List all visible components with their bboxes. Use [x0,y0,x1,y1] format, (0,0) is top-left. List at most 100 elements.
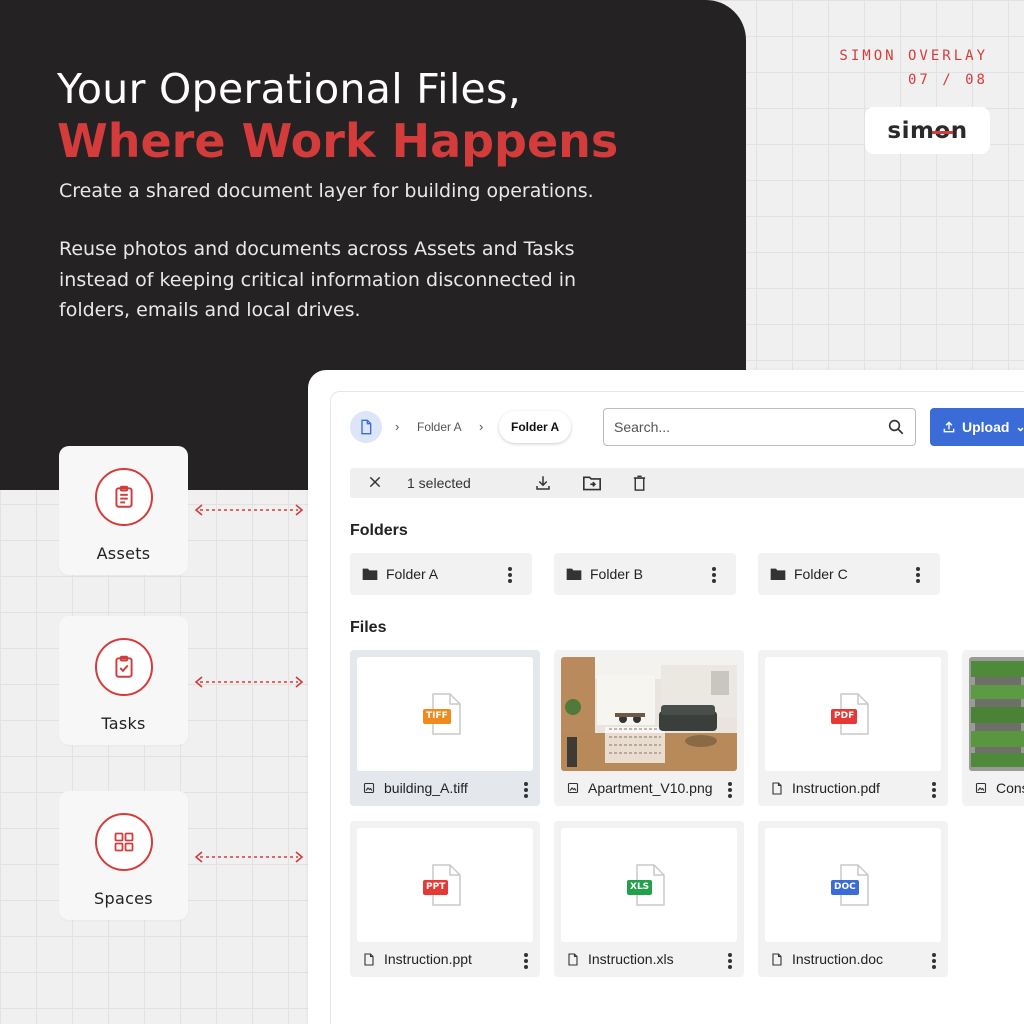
chevron-right-icon: › [479,419,484,434]
connector-arrow-tasks [194,676,304,688]
file-card[interactable]: XLS Instruction.xls [554,821,744,977]
connector-arrow-spaces [194,851,304,863]
chevron-down-icon: ⌄ [1015,420,1024,434]
file-type-badge: XLS [627,880,653,895]
file-type-badge: PDF [831,709,858,724]
chevron-right-icon: › [395,419,400,434]
folder-card[interactable]: Folder A [350,553,532,595]
files-heading: Files [350,619,387,636]
side-card-assets: Assets [59,446,188,575]
more-vert-icon[interactable] [508,567,512,583]
task-check-icon [94,638,153,696]
image-icon [975,782,987,794]
search-icon [888,419,904,435]
breadcrumb-current-folder[interactable]: Folder A [499,411,572,443]
building-photo-thumbnail [969,657,1024,771]
more-vert-icon[interactable] [728,782,732,798]
image-icon [363,782,375,794]
connector-arrow-assets [194,504,304,516]
file-name: building_A.tiff [384,780,468,796]
download-icon[interactable] [534,474,552,492]
file-card[interactable]: Apartment_V10.png [554,650,744,806]
apartment-photo-thumbnail [561,657,737,771]
file-name: Instruction.pdf [792,780,880,796]
tiff-file-icon: TIFF [423,693,462,735]
file-card[interactable]: DOC Instruction.doc [758,821,948,977]
home-breadcrumb-button[interactable] [350,411,382,443]
logo-text-end: n [950,117,968,144]
green-building-photo [969,657,1024,771]
series-name: SIMON OVERLAY [839,48,988,64]
breadcrumb-folder-a[interactable]: Folder A [417,420,462,434]
logo-text-o: o [932,117,954,144]
more-vert-icon[interactable] [712,567,716,583]
selected-count: 1 selected [407,475,471,491]
folder-card[interactable]: Folder B [554,553,736,595]
ppt-file-icon: PPT [423,864,462,906]
simon-logo: simon [865,107,990,154]
document-icon [772,953,782,966]
file-card[interactable]: PDF Instruction.pdf [758,650,948,806]
hero-subtitle: Create a shared document layer for build… [59,180,594,202]
file-name: Instruction.xls [588,951,674,967]
upload-icon [943,421,955,433]
trash-icon[interactable] [631,474,648,492]
folders-heading: Folders [350,522,408,539]
search-input[interactable]: Search... [603,408,916,446]
series-label: SIMON OVERLAY 07 / 08 [839,44,988,92]
hero-accent-title: Where Work Happens [57,114,619,168]
folder-card[interactable]: Folder C [758,553,940,595]
logo-text-start: sim [887,117,935,144]
side-card-spaces: Spaces [59,791,188,920]
folder-name: Folder B [590,566,643,582]
hero-title: Your Operational Files, [57,65,522,113]
file-name: Apartment_V10.png [588,780,713,796]
series-page: 07 / 08 [907,72,988,88]
more-vert-icon[interactable] [524,782,528,798]
clipboard-icon [94,468,153,526]
side-card-tasks: Tasks [59,616,188,745]
file-card[interactable]: TIFF building_A.tiff [350,650,540,806]
xls-file-icon: XLS [627,864,666,906]
folder-icon [362,568,378,580]
side-label-tasks: Tasks [101,714,146,733]
pdf-file-icon: PDF [831,693,870,735]
living-room-photo [561,657,737,771]
file-name: Cons [996,780,1024,796]
more-vert-icon[interactable] [932,953,936,969]
more-vert-icon[interactable] [932,782,936,798]
document-icon [568,953,578,966]
file-thumbnail: PPT [357,828,533,942]
folder-icon [566,568,582,580]
image-icon [567,782,579,794]
document-icon [361,419,372,435]
doc-file-icon: DOC [831,864,870,906]
upload-label: Upload [962,419,1010,435]
file-thumbnail: TIFF [357,657,533,771]
file-card[interactable]: PPT Instruction.ppt [350,821,540,977]
hero-body: Reuse photos and documents across Assets… [59,238,577,321]
search-placeholder: Search... [614,419,671,435]
more-vert-icon[interactable] [524,953,528,969]
selection-toolbar: 1 selected [350,468,1024,498]
file-type-badge: TIFF [423,709,451,724]
file-card[interactable]: Cons [962,650,1024,806]
close-icon[interactable] [367,474,383,490]
folder-name: Folder C [794,566,848,582]
file-thumbnail: XLS [561,828,737,942]
folder-icon [770,568,786,580]
document-icon [364,953,374,966]
file-name: Instruction.doc [792,951,884,967]
file-name: Instruction.ppt [384,951,472,967]
document-icon [772,782,782,795]
grid-icon [94,813,153,871]
upload-button[interactable]: Upload ⌄ [930,408,1024,446]
file-thumbnail: PDF [765,657,941,771]
more-vert-icon[interactable] [916,567,920,583]
more-vert-icon[interactable] [728,953,732,969]
folder-name: Folder A [386,566,439,582]
file-thumbnail: DOC [765,828,941,942]
file-type-badge: PPT [423,880,449,895]
file-type-badge: DOC [831,880,859,895]
move-to-folder-icon[interactable] [582,474,602,492]
